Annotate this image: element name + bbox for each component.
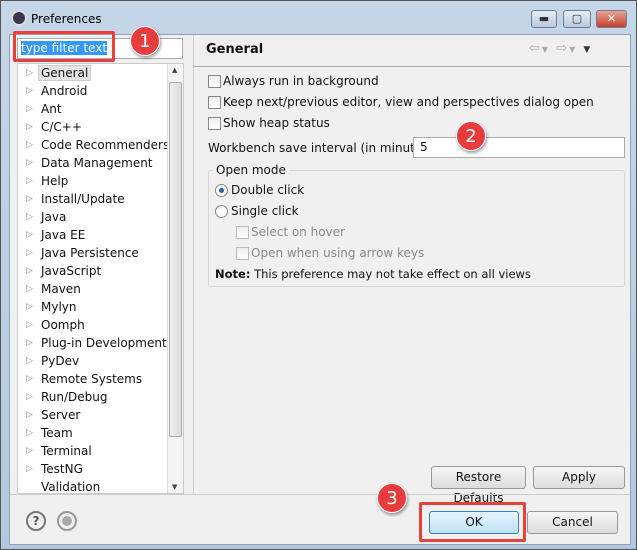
tree-item-label: Mylyn xyxy=(41,300,77,314)
nav-history-icons[interactable]: ⇦▼ ⇨▼ ▼ xyxy=(529,41,592,56)
scroll-thumb[interactable] xyxy=(169,82,182,437)
header-divider xyxy=(194,66,630,67)
expand-arrow-icon[interactable]: ▷ xyxy=(26,226,33,244)
tree-item-label: Remote Systems xyxy=(41,372,143,386)
highlight-box-3 xyxy=(419,502,526,542)
page-title: General xyxy=(206,42,264,57)
run-background-checkbox[interactable] xyxy=(208,75,221,88)
expand-arrow-icon[interactable]: ▷ xyxy=(26,100,33,118)
tree-item-label: Terminal xyxy=(41,444,92,458)
keep-dialog-checkbox[interactable] xyxy=(208,96,221,109)
keep-dialog-label: Keep next/previous editor, view and pers… xyxy=(223,95,594,109)
note-text: Note: This preference may not take effec… xyxy=(215,267,531,281)
tree-item-label: Android xyxy=(41,84,88,98)
window-title: Preferences xyxy=(31,12,102,26)
heap-status-checkbox[interactable] xyxy=(208,117,221,130)
preferences-window: Preferences ▬ ▢ ✕ type filter text 1 ▷ Ge… xyxy=(0,0,637,550)
tree-item-label: Server xyxy=(41,408,81,422)
tree-item-label: Data Management xyxy=(41,156,153,170)
open-arrow-label: Open when using arrow keys xyxy=(251,246,425,260)
expand-arrow-icon[interactable]: ▷ xyxy=(26,460,33,478)
save-interval-label: Workbench save interval (in minutes): xyxy=(208,141,438,155)
restore-defaults-button[interactable]: Restore Defaults xyxy=(431,466,526,505)
heap-status-label: Show heap status xyxy=(223,116,330,130)
step-badge-1: 1 xyxy=(130,26,160,56)
footer-divider xyxy=(10,494,630,495)
tree-item-label: Help xyxy=(41,174,69,188)
tree-item-label: C/C++ xyxy=(41,120,82,134)
apply-button[interactable]: Apply xyxy=(533,466,625,489)
double-click-label: Double click xyxy=(231,183,305,197)
tree-item-label: Plug-in Development xyxy=(41,336,167,350)
tree-item-label: Java EE xyxy=(41,228,86,242)
single-click-label: Single click xyxy=(231,204,299,218)
select-hover-label: Select on hover xyxy=(251,225,345,239)
tree-item-label: Ant xyxy=(41,102,62,116)
eclipse-gear-icon xyxy=(11,10,27,26)
save-interval-input[interactable]: 5 xyxy=(413,137,625,158)
step-badge-3: 3 xyxy=(377,483,407,513)
expand-arrow-icon[interactable]: ▷ xyxy=(26,370,33,388)
expand-arrow-icon[interactable]: ▷ xyxy=(26,154,33,172)
help-icon[interactable]: ? xyxy=(26,511,46,531)
run-background-label: Always run in background xyxy=(223,74,379,88)
tree-item-label: Team xyxy=(41,426,73,440)
expand-arrow-icon[interactable]: ▷ xyxy=(26,406,33,424)
expand-arrow-icon[interactable]: ▷ xyxy=(26,190,33,208)
step-badge-2: 2 xyxy=(456,121,486,151)
maximize-button[interactable]: ▢ xyxy=(563,10,591,28)
minimize-button[interactable]: ▬ xyxy=(531,10,557,28)
expand-arrow-icon[interactable]: ▷ xyxy=(26,118,33,136)
note-body: This preference may not take effect on a… xyxy=(250,267,531,281)
open-mode-title: Open mode xyxy=(213,163,289,177)
close-button[interactable]: ✕ xyxy=(596,10,627,28)
expand-arrow-icon[interactable]: ▷ xyxy=(26,82,33,100)
expand-arrow-icon[interactable]: ▷ xyxy=(26,424,33,442)
tree-item-label: Code Recommenders xyxy=(41,138,170,152)
tree-item-label: Install/Update xyxy=(41,192,125,206)
tree-item-label: Oomph xyxy=(41,318,85,332)
expand-arrow-icon[interactable]: ▷ xyxy=(26,244,33,262)
expand-arrow-icon[interactable]: ▷ xyxy=(26,388,33,406)
scroll-up-icon[interactable]: ▲ xyxy=(172,66,177,74)
note-bold: Note: xyxy=(215,267,251,281)
open-arrow-checkbox[interactable] xyxy=(236,247,249,260)
expand-arrow-icon[interactable]: ▷ xyxy=(26,334,33,352)
expand-arrow-icon[interactable]: ▷ xyxy=(26,298,33,316)
tree-item-label: TestNG xyxy=(41,462,83,476)
tree-item-label: Validation xyxy=(41,480,101,494)
expand-arrow-icon[interactable]: ▷ xyxy=(26,316,33,334)
tree-item-label: JavaScript xyxy=(41,264,102,278)
tree-item-label: General xyxy=(38,65,92,81)
preference-tree: ▷ General ▷ Android ▷ Ant ▷ C/C++ ▷ Code Recommen… xyxy=(17,63,184,494)
expand-arrow-icon[interactable]: ▷ xyxy=(26,262,33,280)
expand-arrow-icon[interactable]: ▷ xyxy=(26,280,33,298)
expand-arrow-icon[interactable]: ▷ xyxy=(26,64,33,82)
expand-arrow-icon[interactable]: ▷ xyxy=(26,208,33,226)
scroll-down-icon[interactable]: ▼ xyxy=(172,483,177,491)
expand-arrow-icon[interactable]: ▷ xyxy=(26,172,33,190)
record-icon[interactable] xyxy=(57,511,77,531)
tree-item-label: Java Persistence xyxy=(41,246,139,260)
double-click-radio[interactable] xyxy=(215,184,228,197)
cancel-button[interactable]: Cancel xyxy=(527,511,618,534)
tree-item-label: Maven xyxy=(41,282,81,296)
tree-scrollbar[interactable]: ▲ ▼ xyxy=(167,64,183,493)
select-hover-checkbox[interactable] xyxy=(236,226,249,239)
highlight-box-1 xyxy=(13,31,115,62)
expand-arrow-icon[interactable]: ▷ xyxy=(26,442,33,460)
tree-item-label: PyDev xyxy=(41,354,80,368)
expand-arrow-icon[interactable]: ▷ xyxy=(26,352,33,370)
expand-arrow-icon[interactable]: ▷ xyxy=(26,136,33,154)
tree-item-label: Run/Debug xyxy=(41,390,108,404)
single-click-radio[interactable] xyxy=(215,205,228,218)
tree-item-label: Java xyxy=(41,210,67,224)
